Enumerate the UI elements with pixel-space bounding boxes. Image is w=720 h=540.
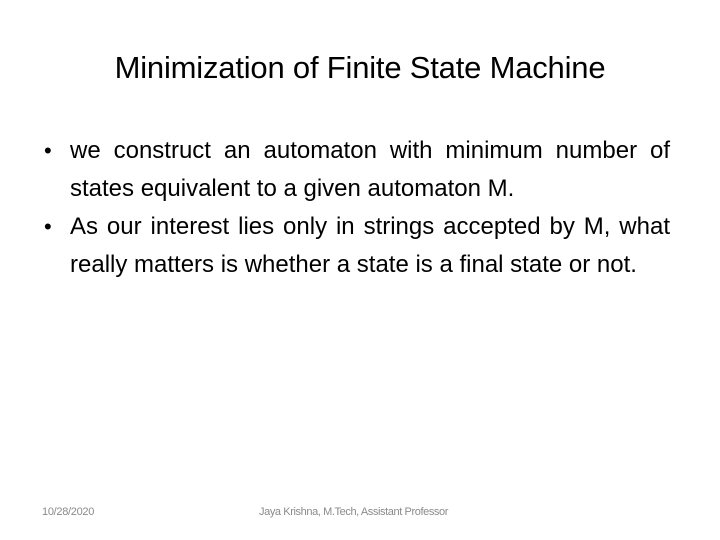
slide-title: Minimization of Finite State Machine	[114, 50, 606, 85]
bullet-item: • As our interest lies only in strings a…	[44, 208, 670, 284]
bullet-marker-icon: •	[44, 214, 52, 239]
bullet-text: we construct an automaton with minimum n…	[70, 137, 670, 202]
footer-author: Jaya Krishna, M.Tech, Assistant Professo…	[259, 506, 449, 518]
bullet-list: • we construct an automaton with minimum…	[44, 132, 670, 284]
footer-date: 10/28/2020	[42, 506, 95, 518]
bullet-text: As our interest lies only in strings acc…	[70, 213, 670, 278]
slide: Minimization of Finite State Machine • w…	[0, 0, 720, 540]
bullet-marker-icon: •	[44, 138, 52, 163]
bullet-item: • we construct an automaton with minimum…	[44, 132, 670, 208]
